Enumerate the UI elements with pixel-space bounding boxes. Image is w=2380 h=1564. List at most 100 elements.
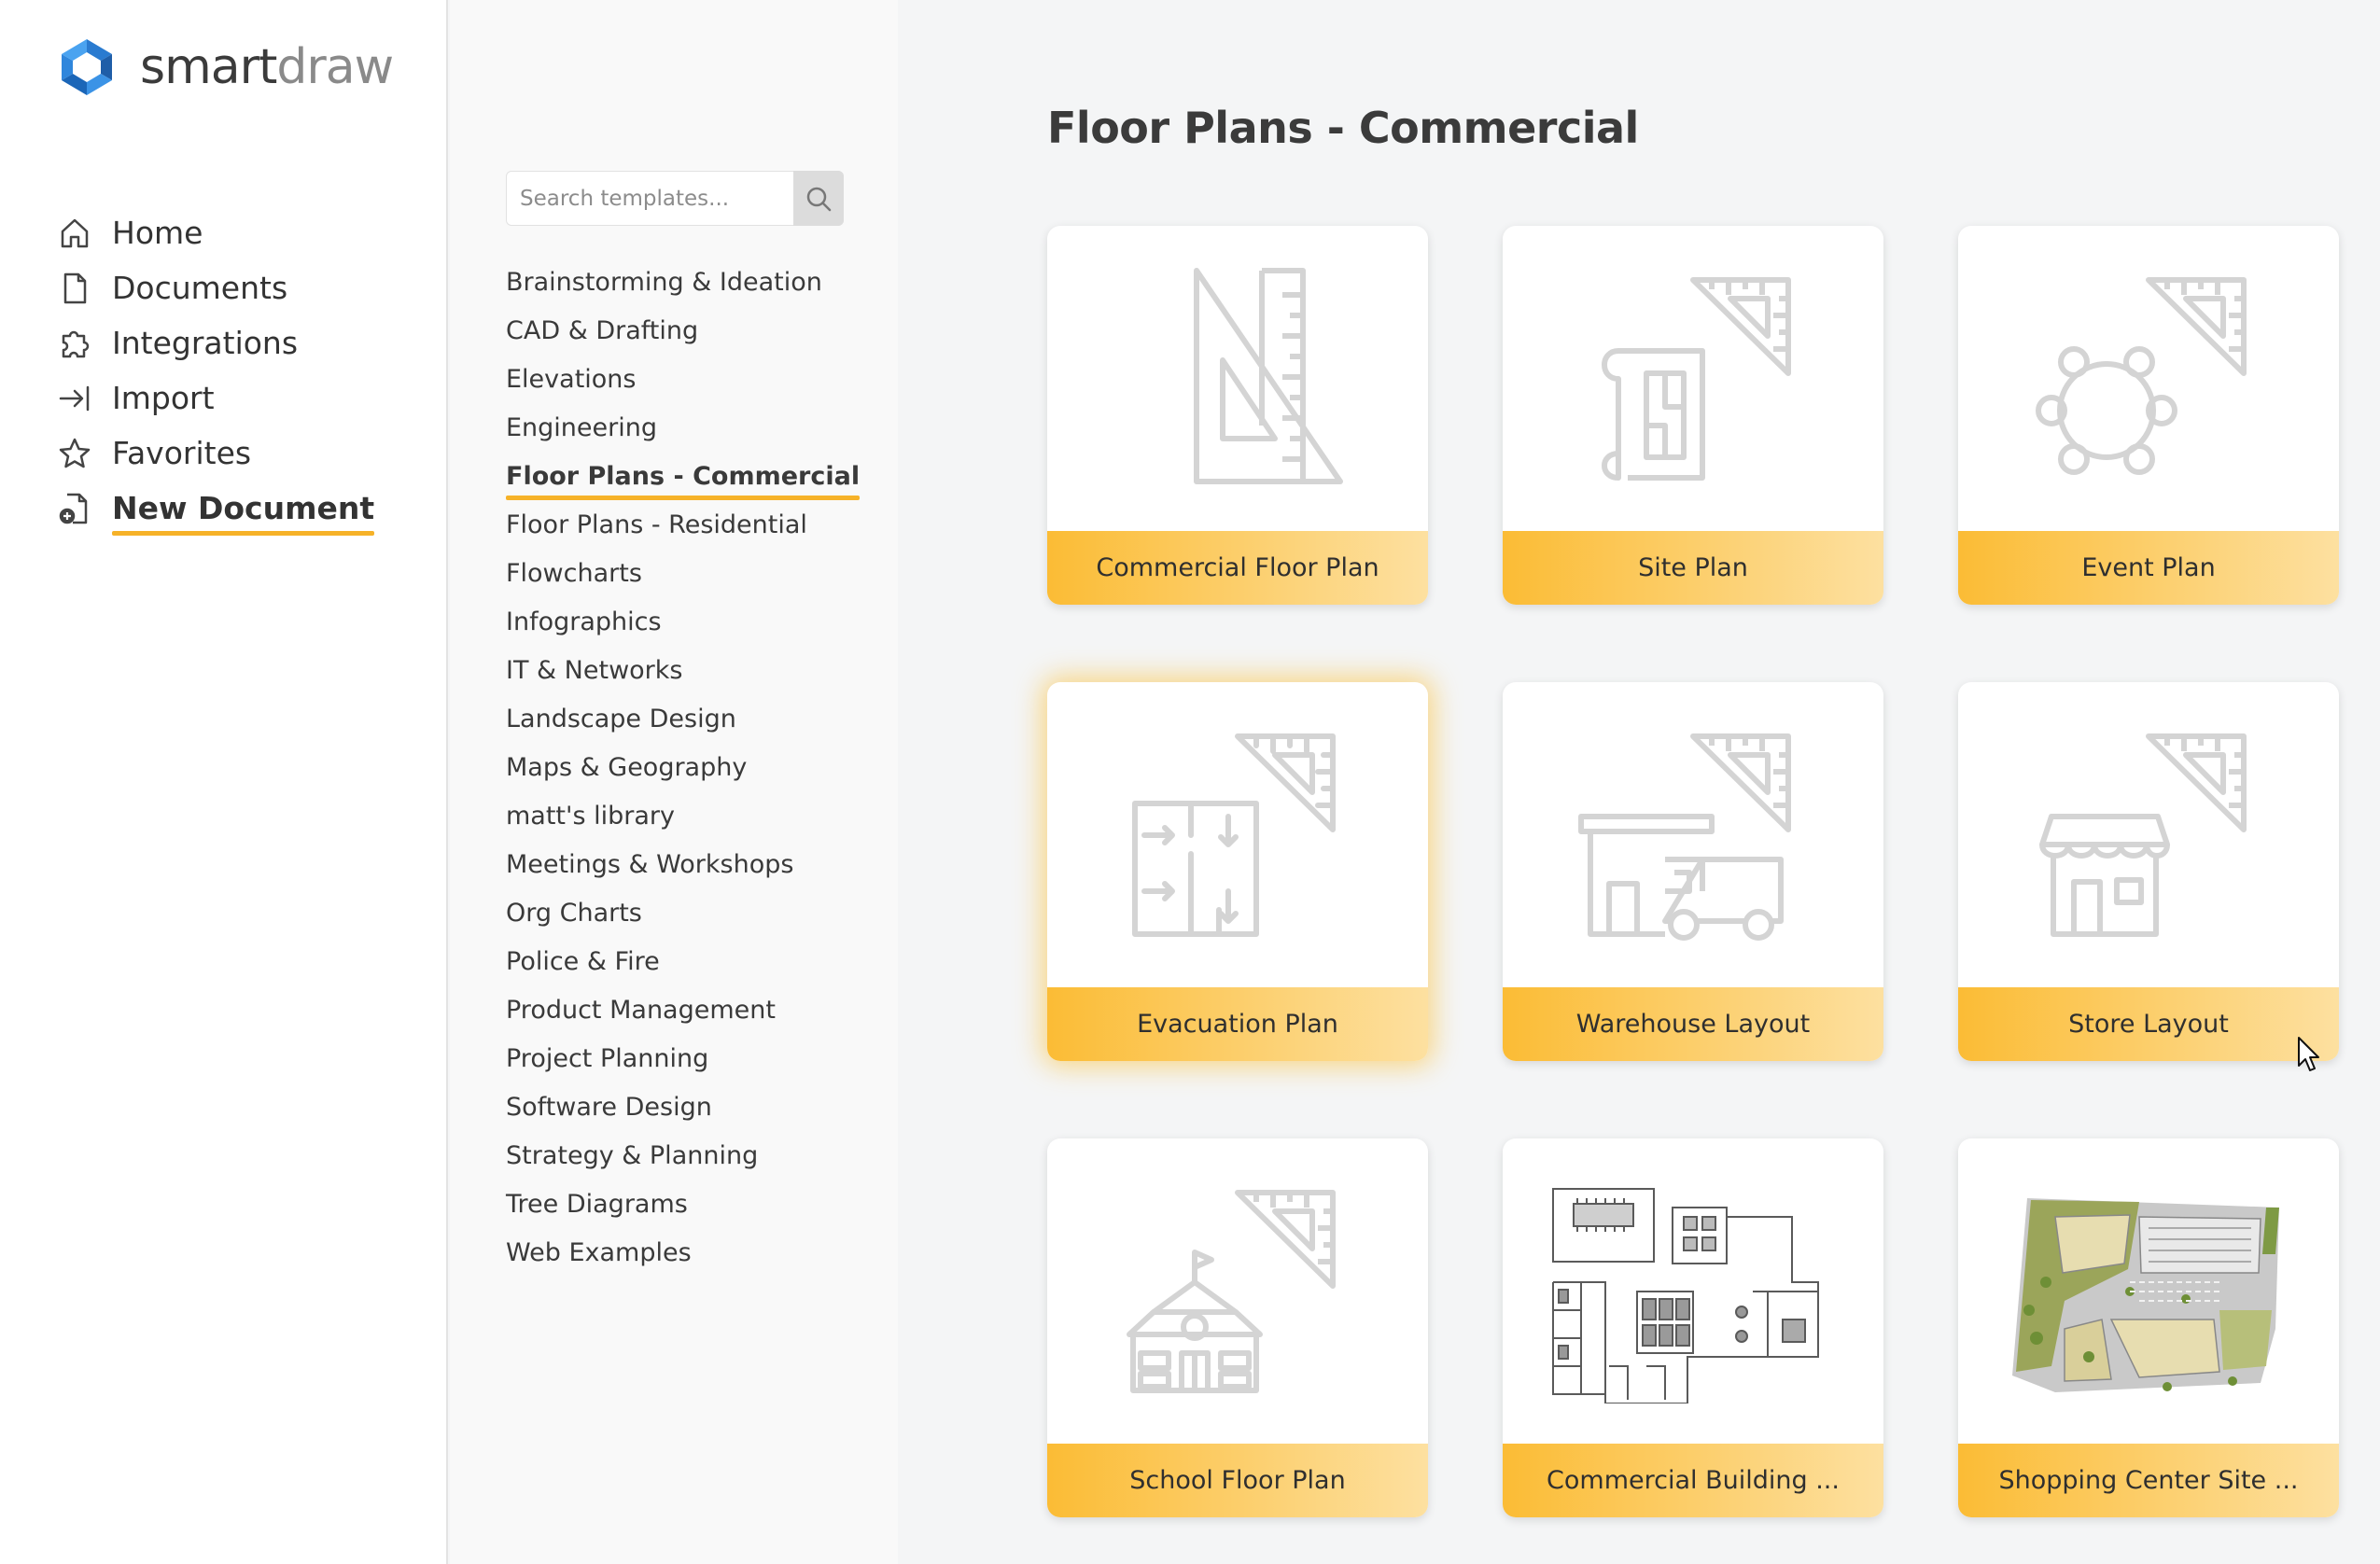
site-plan-icon: [1602, 276, 1791, 481]
category-label: Floor Plans - Residential: [506, 510, 807, 539]
category-web-examples[interactable]: Web Examples: [506, 1228, 860, 1277]
category-floor-plans-residential[interactable]: Floor Plans - Residential: [506, 500, 860, 549]
category-label: Strategy & Planning: [506, 1140, 759, 1170]
category-org-charts[interactable]: Org Charts: [506, 888, 860, 937]
category-label: Web Examples: [506, 1237, 692, 1267]
storefront-icon: [2039, 733, 2247, 937]
document-icon: [56, 270, 93, 307]
category-label: Software Design: [506, 1092, 712, 1122]
category-it-networks[interactable]: IT & Networks: [506, 646, 860, 694]
search-button[interactable]: [793, 171, 844, 226]
template-card-label: Site Plan: [1503, 531, 1883, 605]
template-grid: Commercial Floor Plan Site Plan Event Pl…: [1047, 226, 2339, 1517]
nav-item-integrations[interactable]: Integrations: [56, 315, 374, 370]
category-flowcharts[interactable]: Flowcharts: [506, 549, 860, 597]
search-input[interactable]: [507, 172, 793, 225]
template-card-commercial-building[interactable]: Commercial Building ...: [1503, 1138, 1883, 1517]
template-card-commercial-floor-plan[interactable]: Commercial Floor Plan: [1047, 226, 1428, 605]
brand-name-light: draw: [276, 39, 394, 95]
category-floor-plans-commercial[interactable]: Floor Plans - Commercial: [506, 452, 861, 500]
template-card-store-layout[interactable]: Store Layout: [1958, 682, 2339, 1061]
search-icon: [806, 187, 832, 211]
category-strategy-planning[interactable]: Strategy & Planning: [506, 1131, 860, 1180]
left-sidebar: smartdraw Home Documents Integrations Im…: [0, 0, 448, 1564]
category-label: Product Management: [506, 995, 776, 1025]
template-gallery: Floor Plans - Commercial Commercial Floo…: [900, 0, 2380, 1564]
brand-name-dark: smart: [140, 39, 277, 95]
drafting-triangle-icon: [1194, 267, 1343, 484]
category-label: Project Planning: [506, 1043, 709, 1073]
category-label: matt's library: [506, 801, 675, 831]
category-label: Tree Diagrams: [506, 1189, 688, 1219]
nav-item-label: Home: [112, 215, 203, 251]
category-label: Meetings & Workshops: [506, 849, 794, 879]
category-landscape-design[interactable]: Landscape Design: [506, 694, 860, 743]
evacuation-plan-icon: [1132, 733, 1336, 937]
nav-item-label: Favorites: [112, 435, 252, 471]
shopping-center-thumbnail: [2012, 1197, 2279, 1392]
category-label: IT & Networks: [506, 655, 683, 685]
category-label: Elevations: [506, 364, 637, 394]
category-software-design[interactable]: Software Design: [506, 1082, 860, 1131]
category-label: Landscape Design: [506, 704, 736, 733]
nav-item-home[interactable]: Home: [56, 205, 374, 260]
smartdraw-logo-icon: [62, 39, 112, 95]
category-label: CAD & Drafting: [506, 315, 699, 345]
template-card-shopping-center-site[interactable]: Shopping Center Site ...: [1958, 1138, 2339, 1517]
category-label: Engineering: [506, 412, 657, 442]
template-card-school-floor-plan[interactable]: School Floor Plan: [1047, 1138, 1428, 1517]
category-label: Brainstorming & Ideation: [506, 267, 822, 297]
category-list: Brainstorming & Ideation CAD & Drafting El…: [506, 258, 861, 1277]
template-card-label: Shopping Center Site ...: [1958, 1444, 2339, 1517]
template-card-label: Warehouse Layout: [1503, 987, 1883, 1061]
new-document-icon: [56, 490, 93, 527]
category-matt-s-library[interactable]: matt's library: [506, 791, 860, 840]
template-card-label: Evacuation Plan: [1047, 987, 1428, 1061]
warehouse-truck-icon: [1578, 733, 1791, 941]
nav-item-label: Import: [112, 380, 215, 416]
category-label: Flowcharts: [506, 558, 642, 588]
category-brainstorming-ideation[interactable]: Brainstorming & Ideation: [506, 258, 860, 306]
template-card-evacuation-plan[interactable]: Evacuation Plan: [1047, 682, 1428, 1061]
import-arrow-icon: [56, 380, 93, 417]
category-tree-diagrams[interactable]: Tree Diagrams: [506, 1180, 860, 1228]
template-card-label: School Floor Plan: [1047, 1444, 1428, 1517]
star-icon: [56, 435, 93, 472]
smartdraw-logo[interactable]: smartdraw: [58, 37, 394, 97]
category-meetings-workshops[interactable]: Meetings & Workshops: [506, 840, 860, 888]
brand-name: smartdraw: [140, 39, 394, 95]
category-police-fire[interactable]: Police & Fire: [506, 937, 860, 985]
template-card-site-plan[interactable]: Site Plan: [1503, 226, 1883, 605]
nav-item-import[interactable]: Import: [56, 370, 374, 426]
template-search: [506, 171, 844, 226]
commercial-building-thumbnail: [1552, 1187, 1819, 1403]
category-label: Infographics: [506, 607, 662, 636]
template-category-panel: Brainstorming & Ideation CAD & Drafting El…: [450, 0, 898, 1564]
template-card-event-plan[interactable]: Event Plan: [1958, 226, 2339, 605]
main-nav: Home Documents Integrations Import Favor…: [56, 205, 375, 536]
template-card-label: Commercial Floor Plan: [1047, 531, 1428, 605]
home-icon: [56, 215, 93, 252]
mouse-cursor-icon: [2298, 1037, 2319, 1071]
round-table-icon: [2036, 276, 2247, 475]
nav-item-documents[interactable]: Documents: [56, 260, 374, 315]
nav-item-label: New Document: [112, 490, 375, 536]
nav-item-favorites[interactable]: Favorites: [56, 426, 374, 481]
template-card-label: Event Plan: [1958, 531, 2339, 605]
category-product-management[interactable]: Product Management: [506, 985, 860, 1034]
nav-item-label: Integrations: [112, 325, 299, 361]
category-cad-drafting[interactable]: CAD & Drafting: [506, 306, 860, 355]
category-label: Maps & Geography: [506, 752, 748, 782]
nav-item-label: Documents: [112, 270, 288, 306]
category-elevations[interactable]: Elevations: [506, 355, 860, 403]
school-building-icon: [1127, 1189, 1336, 1393]
puzzle-icon: [56, 325, 93, 362]
category-engineering[interactable]: Engineering: [506, 403, 860, 452]
category-label: Police & Fire: [506, 946, 660, 976]
category-maps-geography[interactable]: Maps & Geography: [506, 743, 860, 791]
template-card-warehouse-layout[interactable]: Warehouse Layout: [1503, 682, 1883, 1061]
template-card-label: Commercial Building ...: [1503, 1444, 1883, 1517]
nav-item-new-document[interactable]: New Document: [56, 481, 375, 536]
category-infographics[interactable]: Infographics: [506, 597, 860, 646]
category-project-planning[interactable]: Project Planning: [506, 1034, 860, 1082]
